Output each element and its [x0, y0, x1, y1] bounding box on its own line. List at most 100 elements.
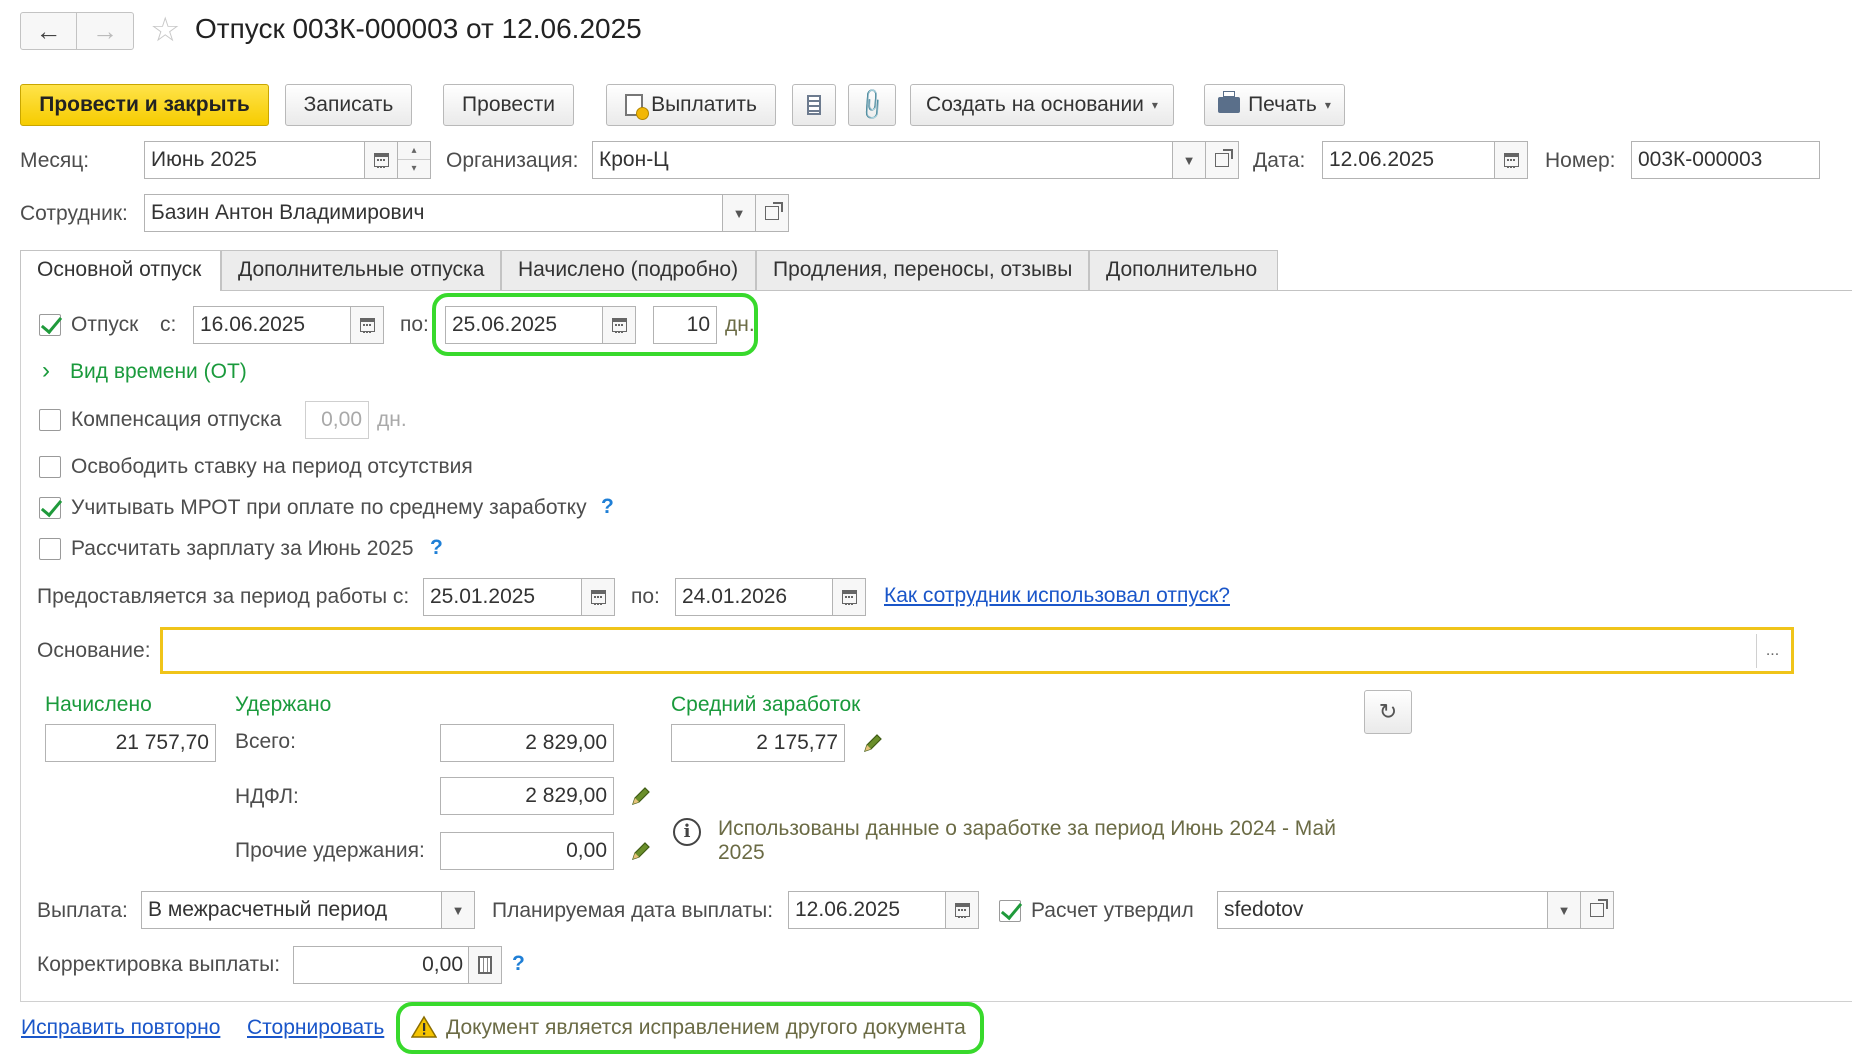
vacation-usage-link[interactable]: Как сотрудник использовал отпуск?	[884, 584, 1230, 608]
attachments-button[interactable]: 📎	[848, 84, 896, 126]
month-calendar-button[interactable]	[364, 141, 398, 179]
organization-dropdown-button[interactable]: ▼	[1172, 141, 1206, 179]
payment-label: Выплата:	[37, 899, 128, 922]
chevron-down-icon: ▼	[732, 205, 746, 221]
chevron-down-icon: ▼	[1182, 152, 1196, 168]
arrow-right-icon: →	[92, 16, 118, 46]
chevron-right-icon[interactable]: ›	[42, 358, 50, 384]
work-period-from-field[interactable]: 25.01.2025	[423, 578, 583, 616]
refresh-icon: ↻	[1378, 699, 1398, 724]
approved-by-dropdown-button[interactable]: ▼	[1547, 891, 1581, 929]
calendar-icon	[373, 153, 389, 168]
vacation-checkbox[interactable]	[39, 314, 61, 336]
help-icon[interactable]: ?	[601, 495, 614, 519]
stepper-up-icon[interactable]: ▴	[398, 142, 430, 160]
mrot-label: Учитывать МРОТ при оплате по среднему за…	[71, 496, 587, 519]
mrot-checkbox[interactable]	[39, 497, 61, 519]
pay-icon	[625, 94, 650, 120]
date-calendar-button[interactable]	[1494, 141, 1528, 179]
dropdown-icon: ▾	[1151, 98, 1158, 112]
payment-type-dropdown-button[interactable]: ▼	[441, 891, 475, 929]
create-based-button[interactable]: Создать на основании ▾	[910, 84, 1174, 126]
save-label: Записать	[303, 93, 394, 116]
dropdown-icon: ▾	[1324, 98, 1331, 112]
compensation-unit: дн.	[377, 408, 407, 431]
open-icon	[1590, 899, 1608, 917]
free-rate-checkbox[interactable]	[39, 456, 61, 478]
document-list-button[interactable]	[792, 84, 836, 126]
forward-button[interactable]: →	[77, 13, 133, 49]
work-period-to-label: по:	[631, 585, 660, 608]
tab-main-vacation[interactable]: Основной отпуск	[20, 250, 221, 291]
vacation-from-field[interactable]: 16.06.2025	[193, 306, 353, 344]
vacation-label: Отпуск	[71, 313, 139, 336]
calendar-icon	[590, 590, 606, 605]
star-icon[interactable]: ☆	[150, 10, 180, 50]
reverse-link[interactable]: Сторнировать	[247, 1016, 384, 1040]
work-period-to-calendar-button[interactable]	[832, 578, 866, 616]
basis-field[interactable]	[160, 627, 1794, 674]
month-stepper[interactable]: ▴ ▾	[397, 141, 431, 179]
vacation-from-calendar-button[interactable]	[350, 306, 384, 344]
help-icon[interactable]: ?	[430, 536, 443, 560]
post-and-close-button[interactable]: Провести и закрыть	[20, 84, 269, 126]
month-label: Месяц:	[20, 149, 90, 172]
compensation-label: Компенсация отпуска	[71, 408, 282, 431]
approved-checkbox[interactable]	[999, 900, 1021, 922]
date-field[interactable]: 12.06.2025	[1322, 141, 1496, 179]
fix-again-link[interactable]: Исправить повторно	[21, 1016, 220, 1040]
basis-select-button[interactable]: ...	[1756, 634, 1788, 668]
edit-pencil-icon[interactable]	[862, 732, 884, 754]
stepper-down-icon[interactable]: ▾	[398, 160, 430, 178]
payment-type-field[interactable]: В межрасчетный период	[141, 891, 443, 929]
date-label: Дата:	[1253, 149, 1306, 172]
refresh-button[interactable]: ↻	[1364, 690, 1412, 734]
tab-additional[interactable]: Дополнительно	[1089, 250, 1278, 290]
correction-field[interactable]: 0,00	[293, 946, 470, 984]
open-icon	[765, 202, 783, 220]
help-icon[interactable]: ?	[512, 952, 525, 976]
work-period-label: Предоставляется за период работы с:	[37, 585, 410, 608]
edit-pencil-icon[interactable]	[630, 785, 652, 807]
ndfl-label: НДФЛ:	[235, 785, 299, 808]
work-period-from-calendar-button[interactable]	[581, 578, 615, 616]
back-button[interactable]: ←	[21, 13, 77, 49]
tab-additional-vacations[interactable]: Дополнительные отпуска	[221, 250, 501, 290]
save-button[interactable]: Записать	[285, 84, 412, 126]
calc-salary-checkbox[interactable]	[39, 538, 61, 560]
employee-open-button[interactable]	[755, 194, 789, 232]
correction-calculator-button[interactable]	[468, 946, 502, 984]
correction-label: Корректировка выплаты:	[37, 953, 281, 976]
post-button[interactable]: Провести	[443, 84, 574, 126]
calendar-icon	[841, 590, 857, 605]
organization-open-button[interactable]	[1205, 141, 1239, 179]
planned-date-calendar-button[interactable]	[945, 891, 979, 929]
tab-accrued-detailed[interactable]: Начислено (подробно)	[501, 250, 756, 290]
post-label: Провести	[462, 93, 555, 116]
nav-group: ← →	[20, 12, 134, 50]
pay-button[interactable]: Выплатить	[606, 84, 776, 126]
accrued-title: Начислено	[45, 693, 152, 716]
calculator-icon	[478, 956, 492, 974]
approved-label: Расчет утвердил	[1031, 899, 1194, 922]
month-field[interactable]: Июнь 2025	[144, 141, 366, 179]
tab-extensions[interactable]: Продления, переносы, отзывы	[756, 250, 1089, 290]
print-button[interactable]: Печать ▾	[1204, 84, 1345, 126]
number-field[interactable]: 003К-000003	[1631, 141, 1820, 179]
ndfl-field[interactable]: 2 829,00	[440, 777, 614, 815]
organization-field[interactable]: Крон-Ц	[592, 141, 1174, 179]
approved-by-open-button[interactable]	[1580, 891, 1614, 929]
planned-date-field[interactable]: 12.06.2025	[788, 891, 948, 929]
time-type-link[interactable]: Вид времени (ОТ)	[70, 359, 247, 385]
post-and-close-label: Провести и закрыть	[39, 93, 250, 116]
employee-field[interactable]: Базин Антон Владимирович	[144, 194, 724, 232]
work-period-to-field[interactable]: 24.01.2026	[675, 578, 835, 616]
average-earnings-title: Средний заработок	[671, 693, 861, 716]
other-withholdings-field[interactable]: 0,00	[440, 832, 614, 870]
compensation-checkbox[interactable]	[39, 409, 61, 431]
page-title: Отпуск 003К-000003 от 12.06.2025	[195, 13, 642, 44]
edit-pencil-icon[interactable]	[630, 840, 652, 862]
create-based-label: Создать на основании	[926, 93, 1144, 116]
employee-dropdown-button[interactable]: ▼	[722, 194, 756, 232]
approved-by-field[interactable]: sfedotov	[1217, 891, 1549, 929]
